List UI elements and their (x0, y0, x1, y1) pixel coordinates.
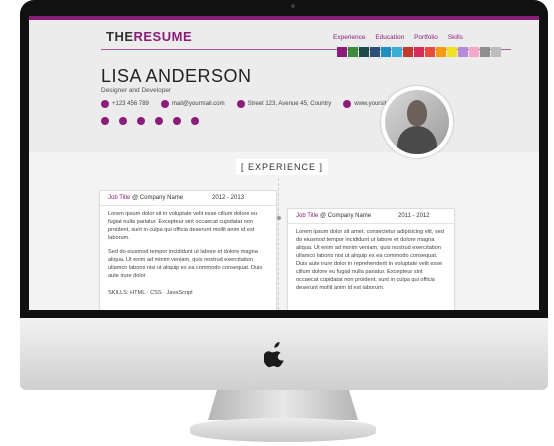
camera-icon (291, 4, 295, 8)
social-flickr-icon[interactable] (173, 117, 181, 125)
job-title: Job Title (108, 195, 131, 201)
color-swatch-3[interactable] (359, 47, 369, 57)
job-card-2: Job Title @ Company Name 2011 - 2012 Lor… (287, 208, 455, 310)
email-icon (160, 100, 169, 108)
job-description: Lorem ipsum dolor sit in voluptate velit… (100, 206, 276, 290)
avatar-head (407, 100, 427, 126)
job-years: 2011 - 2012 (398, 213, 430, 219)
job-card-header: Job Title @ Company Name 2011 - 2012 (288, 209, 454, 224)
color-swatch-9[interactable] (425, 47, 435, 57)
apple-logo-icon (264, 342, 284, 368)
job-description: Lorem ipsum dolor sit amet, consectetur … (288, 224, 454, 302)
color-swatch-4[interactable] (370, 47, 380, 57)
contact-phone: +123 456 789 (101, 100, 149, 108)
nav-skills[interactable]: Skills (448, 34, 463, 41)
social-linkedin-icon[interactable] (155, 117, 163, 125)
color-swatch-1[interactable] (337, 47, 347, 57)
globe-icon (343, 100, 352, 108)
company-name: @ Company Name (320, 213, 372, 219)
resume-screen: THERESUME Experience Education Portfolio… (29, 16, 539, 310)
email-text[interactable]: mail@yourmail.com (172, 101, 225, 107)
job-card-1: Job Title @ Company Name 2012 - 2013 Lor… (99, 190, 277, 310)
nav-education[interactable]: Education (375, 34, 404, 41)
social-facebook-icon[interactable] (119, 117, 127, 125)
job-card-header: Job Title @ Company Name 2012 - 2013 (100, 191, 276, 206)
color-swatch-10[interactable] (436, 47, 446, 57)
job-years: 2012 - 2013 (212, 195, 245, 201)
job-paragraph-1: Lorem ipsum dolor sit amet, consectetur … (296, 229, 444, 291)
job-title: Job Title (296, 213, 319, 219)
color-swatches (337, 47, 502, 57)
social-globe-icon[interactable] (101, 117, 109, 125)
avatar (381, 86, 453, 158)
color-swatch-15[interactable] (491, 47, 501, 57)
color-swatch-2[interactable] (348, 47, 358, 57)
color-swatch-12[interactable] (458, 47, 468, 57)
phone-text: +123 456 789 (112, 101, 149, 107)
contact-row: +123 456 789 mail@yourmail.com Street 12… (101, 100, 415, 108)
contact-email[interactable]: mail@yourmail.com (160, 100, 225, 108)
brand-logo[interactable]: THERESUME (106, 29, 192, 44)
resume-header: THERESUME Experience Education Portfolio… (29, 20, 539, 152)
color-swatch-13[interactable] (469, 47, 479, 57)
imac-stand (208, 390, 358, 420)
location-icon (236, 100, 245, 108)
company-name: @ Company Name (132, 195, 184, 201)
job-title-row: Job Title @ Company Name (108, 195, 183, 201)
nav-experience[interactable]: Experience (333, 34, 366, 41)
timeline-dot (277, 216, 281, 220)
color-swatch-5[interactable] (381, 47, 391, 57)
profile-name: LISA ANDERSON (101, 66, 252, 86)
color-swatch-6[interactable] (392, 47, 402, 57)
contact-address: Street 123, Avenue 45, Country (236, 100, 332, 108)
phone-icon (101, 100, 109, 108)
experience-heading: [ EXPERIENCE ] (236, 159, 329, 175)
color-swatch-7[interactable] (403, 47, 413, 57)
job-skills: SKILLS: HTML · CSS · JavaScript (108, 290, 193, 296)
timeline-line (278, 178, 279, 310)
brand-part-1: THE (106, 29, 134, 44)
avatar-photo (385, 90, 449, 154)
avatar-body (397, 126, 437, 154)
social-links (101, 117, 209, 125)
color-swatch-14[interactable] (480, 47, 490, 57)
top-nav: Experience Education Portfolio Skills (333, 34, 471, 41)
brand-part-2: RESUME (133, 29, 193, 44)
social-twitter-icon[interactable] (137, 117, 145, 125)
color-swatch-8[interactable] (414, 47, 424, 57)
job-paragraph-2: Sed do eiusmod tempor incididunt ut labo… (108, 249, 263, 279)
imac-stand-base (190, 418, 376, 442)
nav-portfolio[interactable]: Portfolio (414, 34, 438, 41)
job-title-row: Job Title @ Company Name (296, 213, 371, 219)
address-text: Street 123, Avenue 45, Country (247, 101, 332, 107)
profile-role: Designer and Developer (101, 87, 172, 94)
color-swatch-11[interactable] (447, 47, 457, 57)
job-paragraph-1: Lorem ipsum dolor sit in voluptate velit… (108, 211, 258, 241)
social-skype-icon[interactable] (191, 117, 199, 125)
